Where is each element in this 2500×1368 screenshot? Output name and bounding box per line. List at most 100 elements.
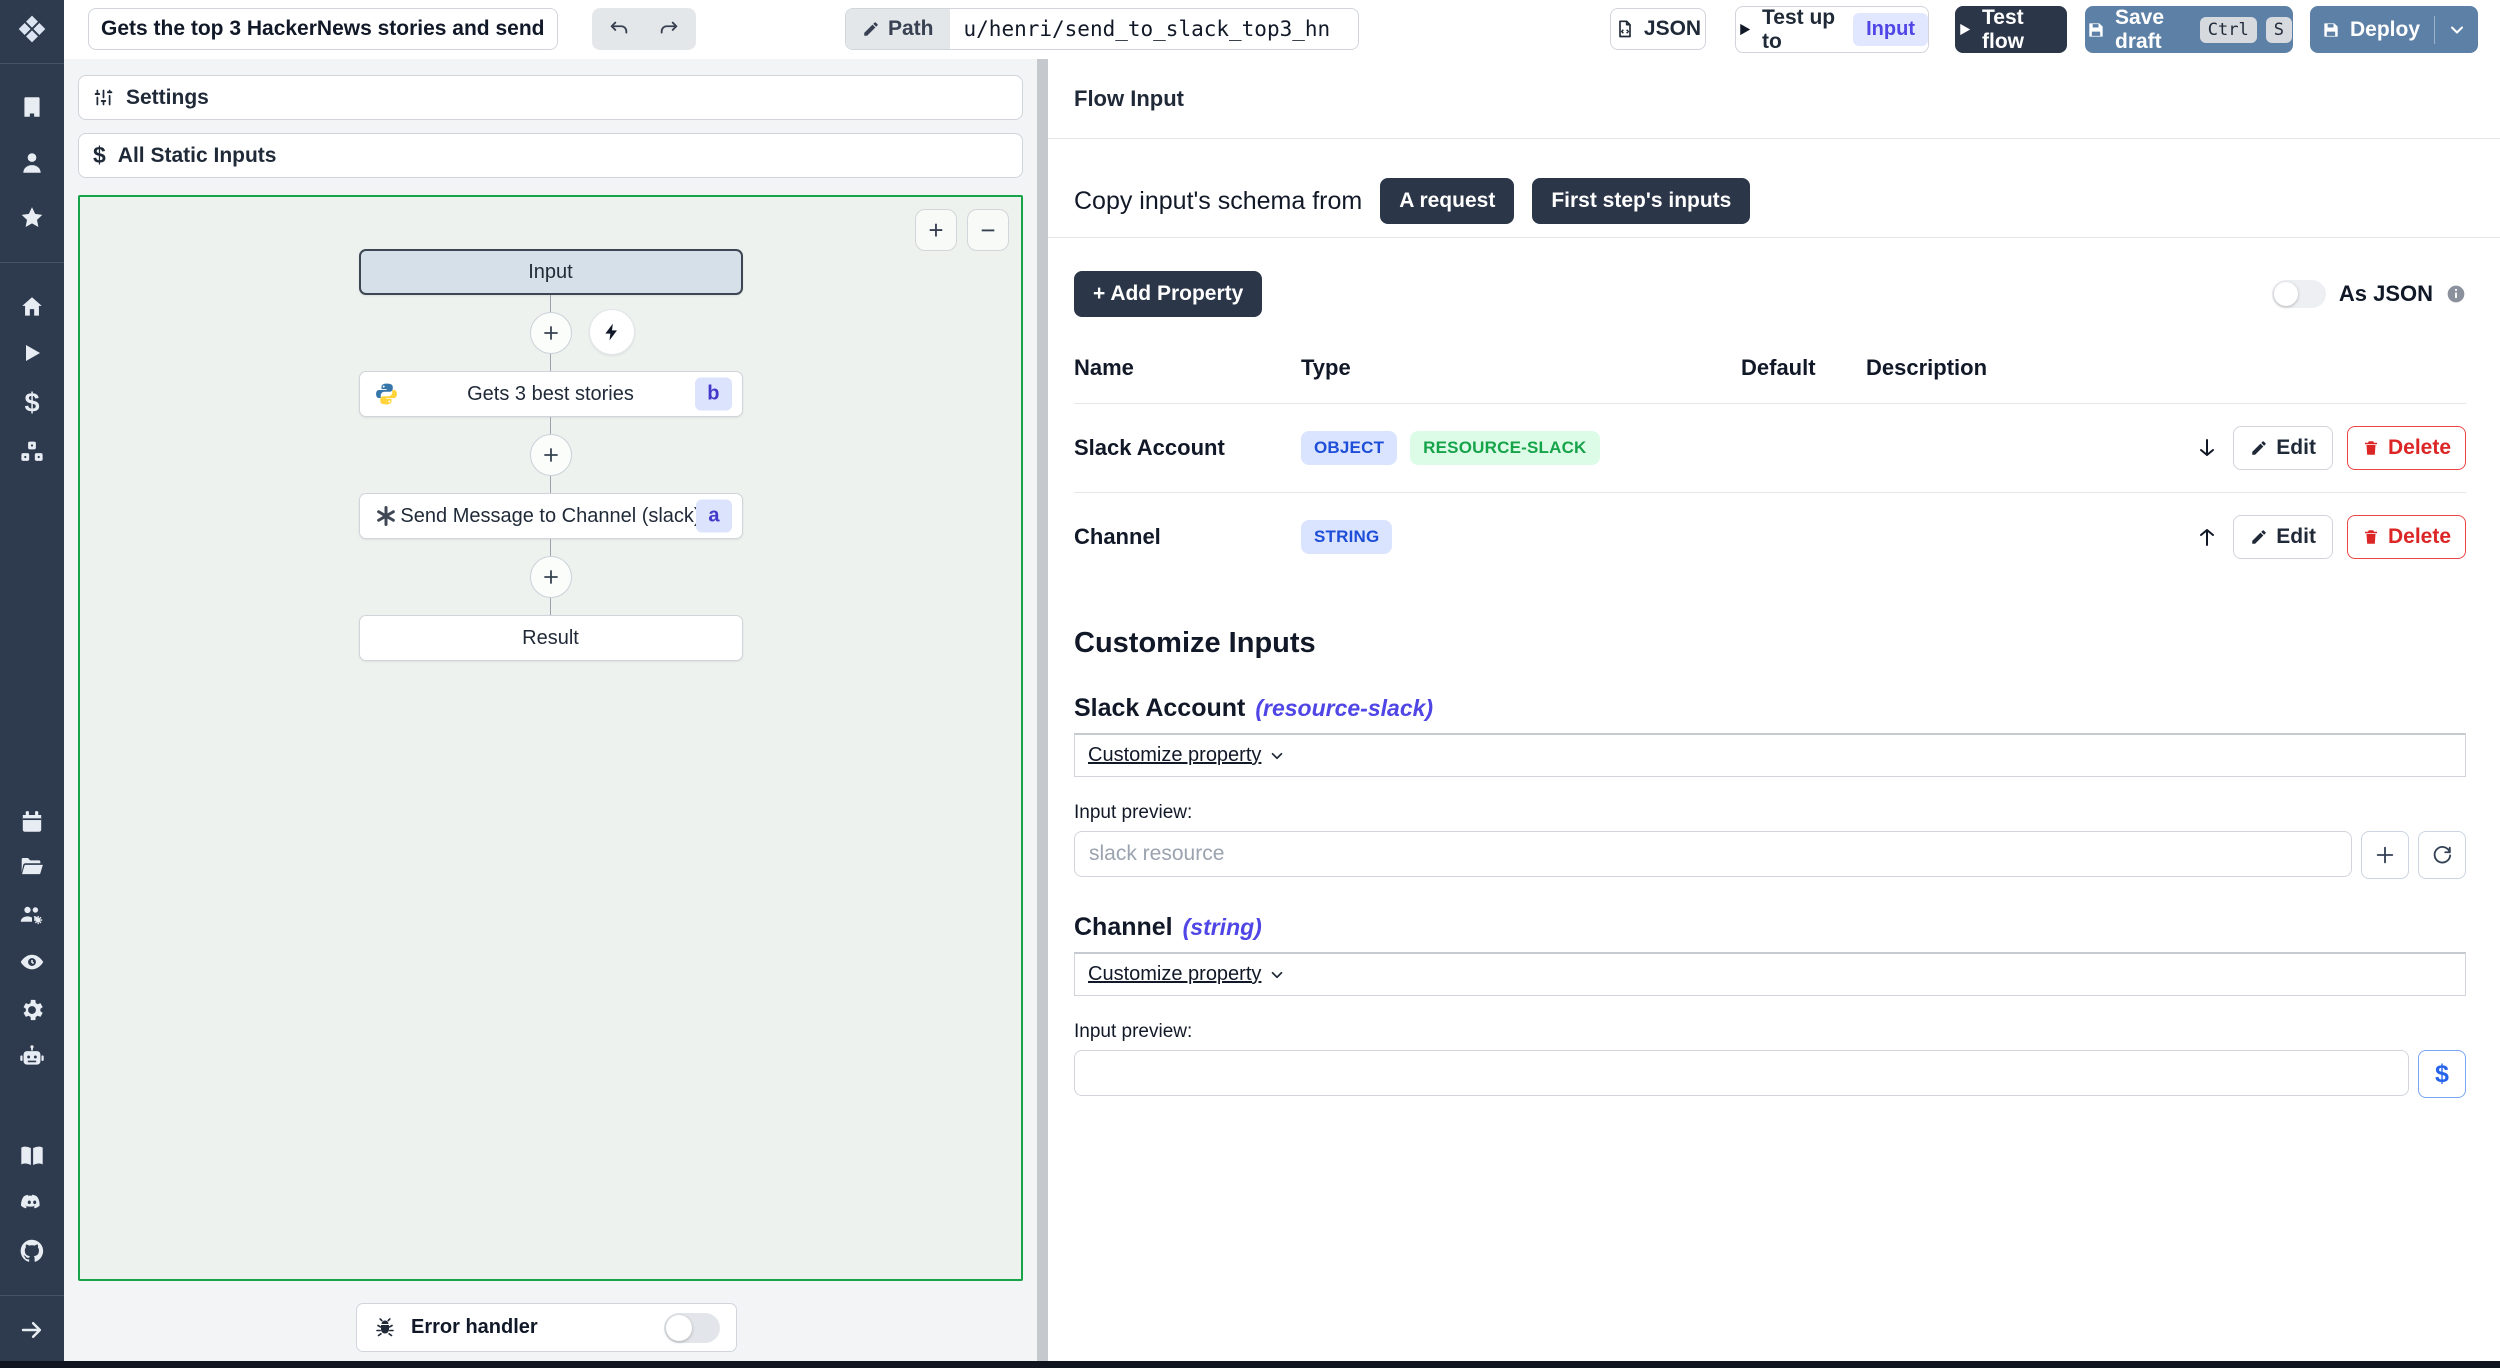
error-handler-box[interactable]: Error handler	[356, 1303, 737, 1352]
pencil-icon	[862, 20, 880, 38]
path-group: Path	[845, 8, 1359, 50]
docs-book-icon[interactable]	[19, 1143, 46, 1170]
slack-resource-input[interactable]	[1074, 831, 2352, 877]
edit-button[interactable]: Edit	[2233, 426, 2333, 470]
test-flow-button[interactable]: Test flow	[1955, 6, 2067, 53]
trigger-bolt-icon[interactable]	[588, 309, 635, 355]
insert-variable-dollar-button[interactable]: $	[2418, 1050, 2466, 1098]
deploy-dropdown-chevron-icon[interactable]	[2447, 20, 2467, 40]
zoom-out-button[interactable]: −	[967, 209, 1009, 251]
flow-node-result[interactable]: Result	[358, 615, 743, 661]
runs-play-icon[interactable]	[20, 341, 44, 365]
settings-gear-icon[interactable]	[19, 997, 46, 1024]
copy-schema-label: Copy input's schema from	[1074, 186, 1363, 215]
error-handler-toggle[interactable]	[664, 1312, 720, 1343]
sliders-icon	[93, 87, 114, 108]
col-header-type: Type	[1301, 355, 1351, 380]
undo-icon[interactable]	[597, 10, 641, 48]
refresh-icon[interactable]	[2418, 831, 2466, 879]
copy-from-request-button[interactable]: A request	[1380, 178, 1515, 224]
col-header-description: Description	[1866, 355, 1988, 380]
save-draft-button[interactable]: Save draft Ctrl S	[2085, 6, 2293, 53]
delete-button[interactable]: Delete	[2346, 426, 2466, 470]
kbd-s: S	[2265, 16, 2292, 43]
path-edit-button[interactable]: Path	[846, 9, 950, 49]
flow-node-step-a[interactable]: Send Message to Channel (slack) a	[358, 493, 743, 539]
edge-line	[550, 417, 551, 434]
connector	[529, 539, 572, 615]
file-json-icon	[1615, 19, 1635, 39]
panel-title: Flow Input	[1074, 86, 1184, 111]
flow-editor-panel: Settings $ All Static Inputs + − Input G…	[64, 59, 1037, 1368]
path-value-input[interactable]	[949, 17, 1358, 41]
customize-property-toggle[interactable]: Customize property	[1088, 963, 1286, 986]
as-json-label: As JSON	[2338, 281, 2433, 306]
workspace-building-icon[interactable]	[19, 94, 45, 120]
groups-users-gear-icon[interactable]	[19, 902, 46, 929]
move-down-icon[interactable]	[2195, 436, 2219, 460]
customize-property-box: Customize property	[1074, 733, 2466, 777]
col-header-name: Name	[1074, 355, 1134, 380]
section-type-hint: (resource-slack)	[1255, 695, 1434, 721]
discord-icon[interactable]	[19, 1190, 46, 1217]
add-step-plus-icon[interactable]	[529, 312, 572, 354]
undo-redo-group	[592, 8, 696, 50]
copy-from-request-label: A request	[1399, 189, 1496, 212]
flow-node-input[interactable]: Input	[358, 249, 743, 295]
add-step-plus-icon[interactable]	[529, 556, 572, 598]
info-icon[interactable]	[2446, 284, 2466, 304]
node-label: Send Message to Channel (slack)	[400, 504, 701, 527]
customize-property-toggle[interactable]: Customize property	[1088, 744, 1286, 767]
panel-splitter[interactable]	[1037, 59, 1048, 1368]
folders-icon[interactable]	[19, 853, 45, 879]
home-icon[interactable]	[19, 294, 45, 320]
add-property-label: + Add Property	[1093, 282, 1244, 305]
redo-icon[interactable]	[647, 10, 691, 48]
move-up-icon[interactable]	[2195, 525, 2219, 549]
all-static-inputs-button[interactable]: $ All Static Inputs	[78, 133, 1023, 178]
json-button[interactable]: JSON	[1610, 8, 1706, 50]
ai-robot-icon[interactable]	[19, 1044, 46, 1071]
save-floppy-icon	[2086, 20, 2106, 40]
channel-input[interactable]	[1074, 1050, 2409, 1096]
edge-line	[550, 598, 551, 615]
error-handler-label: Error handler	[411, 1316, 538, 1338]
test-up-to-target-badge: Input	[1853, 13, 1928, 46]
play-icon	[1956, 21, 1973, 38]
expand-arrow-right-icon[interactable]	[19, 1317, 46, 1344]
deploy-button[interactable]: Deploy	[2310, 6, 2478, 53]
schedules-calendar-icon[interactable]	[19, 809, 45, 835]
flow-title-input[interactable]	[88, 8, 558, 50]
section-title: Channel (string)	[1074, 913, 2466, 942]
sidebar-divider	[0, 262, 64, 263]
flow-node-step-b[interactable]: Gets 3 best stories b	[358, 371, 743, 417]
star-icon[interactable]	[19, 205, 45, 231]
resources-cubes-icon[interactable]	[19, 439, 45, 465]
github-icon[interactable]	[19, 1238, 46, 1265]
add-property-button[interactable]: + Add Property	[1074, 271, 1263, 317]
delete-button[interactable]: Delete	[2346, 515, 2466, 559]
settings-button-label: Settings	[126, 85, 209, 109]
test-flow-label: Test flow	[1982, 5, 2024, 53]
flow-graph-canvas[interactable]: + − Input Gets 3 best stories b Send Mes…	[78, 195, 1023, 1281]
settings-button[interactable]: Settings	[78, 75, 1023, 120]
audit-eye-icon[interactable]	[19, 949, 46, 976]
input-preview-label: Input preview:	[1074, 1021, 1193, 1042]
type-badge: RESOURCE-SLACK	[1410, 431, 1600, 465]
sidebar: $	[0, 0, 64, 1368]
divider	[1048, 237, 2500, 238]
as-json-toggle[interactable]	[2271, 280, 2326, 308]
user-icon[interactable]	[19, 150, 45, 176]
chevron-down-icon	[1272, 752, 1283, 759]
copy-from-first-step-button[interactable]: First step's inputs	[1532, 178, 1751, 224]
table-row: Channel STRING Edit Delete	[1074, 493, 2466, 581]
edit-button[interactable]: Edit	[2233, 515, 2333, 559]
edge-line	[550, 354, 551, 371]
variables-dollar-icon[interactable]: $	[24, 388, 39, 419]
add-step-plus-icon[interactable]	[529, 434, 572, 476]
test-up-to-button[interactable]: Test up to Input	[1735, 6, 1929, 53]
add-resource-plus-icon[interactable]	[2361, 831, 2409, 879]
connector	[529, 417, 572, 493]
bug-icon	[373, 1316, 397, 1340]
zoom-in-button[interactable]: +	[915, 209, 957, 251]
